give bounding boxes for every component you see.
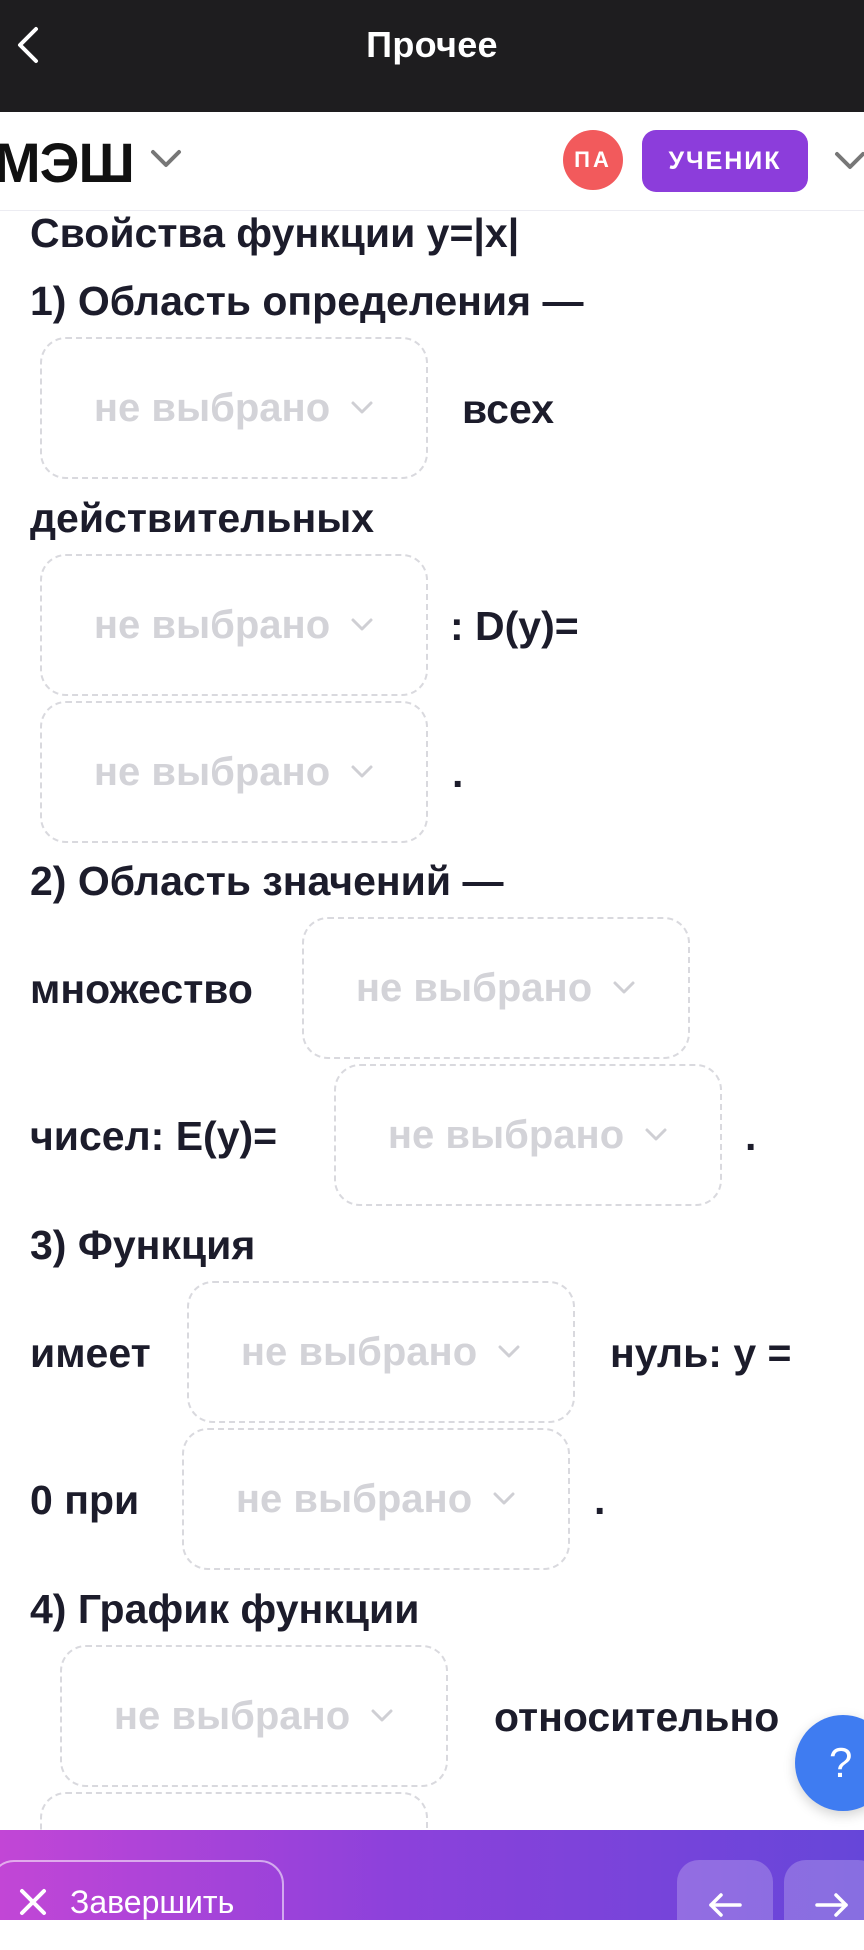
- select-5[interactable]: не выбрано: [334, 1064, 722, 1206]
- bottom-bar: Завершить: [0, 1830, 864, 1950]
- arrow-right-icon: [815, 1893, 848, 1917]
- chevron-down-icon: [492, 1491, 516, 1507]
- zero-at-label: 0 при: [30, 1477, 140, 1523]
- select-4[interactable]: не выбрано: [302, 917, 690, 1059]
- chevron-down-icon: [497, 1344, 521, 1360]
- zero-label: нуль: y =: [610, 1330, 792, 1376]
- finish-label: Завершить: [70, 1883, 235, 1920]
- finish-button[interactable]: Завершить: [0, 1860, 284, 1944]
- select-2[interactable]: не выбрано: [40, 554, 428, 696]
- chevron-down-icon: [612, 980, 636, 996]
- select-placeholder: не выбрано: [240, 1329, 478, 1374]
- select-1[interactable]: не выбрано: [40, 337, 428, 479]
- domain-label: : D(y)=: [450, 603, 579, 649]
- text-set: множество: [30, 966, 253, 1012]
- role-badge[interactable]: УЧЕНИК: [642, 130, 808, 192]
- avatar[interactable]: ПА: [563, 130, 623, 190]
- text-all: всех: [462, 386, 555, 432]
- period: .: [745, 1113, 757, 1159]
- select-placeholder: не выбрано: [93, 602, 331, 647]
- item-4-title: 4) График функции: [30, 1586, 420, 1632]
- top-bar: Прочее: [0, 0, 864, 112]
- page-title: Прочее: [366, 24, 498, 65]
- period: .: [594, 1477, 606, 1523]
- chevron-down-icon: [644, 1127, 668, 1143]
- item-1-title: 1) Область определения —: [30, 278, 584, 324]
- chevron-down-icon: [350, 617, 374, 633]
- chevron-down-icon: [350, 400, 374, 416]
- item-2-title: 2) Область значений —: [30, 858, 504, 904]
- text-has: имеет: [30, 1330, 151, 1376]
- task-content: Свойства функции y=|x| 1) Область опреде…: [0, 210, 864, 1830]
- next-button[interactable]: [784, 1860, 864, 1950]
- select-placeholder: не выбрано: [113, 1693, 351, 1738]
- chevron-down-icon: [350, 764, 374, 780]
- select-9[interactable]: [40, 1792, 428, 1830]
- task-heading: Свойства функции y=|x|: [30, 210, 520, 256]
- question-icon: ?: [829, 1739, 853, 1786]
- select-placeholder: не выбрано: [235, 1476, 473, 1521]
- select-6[interactable]: не выбрано: [187, 1281, 575, 1423]
- period: .: [452, 750, 464, 796]
- select-8[interactable]: не выбрано: [60, 1645, 448, 1787]
- app-header: МЭШ ПА УЧЕНИК: [0, 112, 864, 211]
- text-relative: относительно: [494, 1694, 780, 1740]
- arrow-left-icon: [709, 1893, 742, 1917]
- select-placeholder: не выбрано: [355, 965, 593, 1010]
- select-3[interactable]: не выбрано: [40, 701, 428, 843]
- app-logo[interactable]: МЭШ: [0, 130, 135, 195]
- chevron-down-icon[interactable]: [834, 150, 864, 172]
- range-label: чисел: E(y)=: [30, 1113, 278, 1159]
- select-placeholder: не выбрано: [387, 1112, 625, 1157]
- chevron-down-icon[interactable]: [150, 148, 182, 170]
- item-3-title: 3) Функция: [30, 1222, 256, 1268]
- select-placeholder: не выбрано: [93, 385, 331, 430]
- text-real: действительных: [30, 495, 375, 541]
- chevron-down-icon: [370, 1708, 394, 1724]
- select-7[interactable]: не выбрано: [182, 1428, 570, 1570]
- select-placeholder: не выбрано: [93, 749, 331, 794]
- prev-button[interactable]: [677, 1860, 773, 1950]
- close-icon: [18, 1887, 48, 1917]
